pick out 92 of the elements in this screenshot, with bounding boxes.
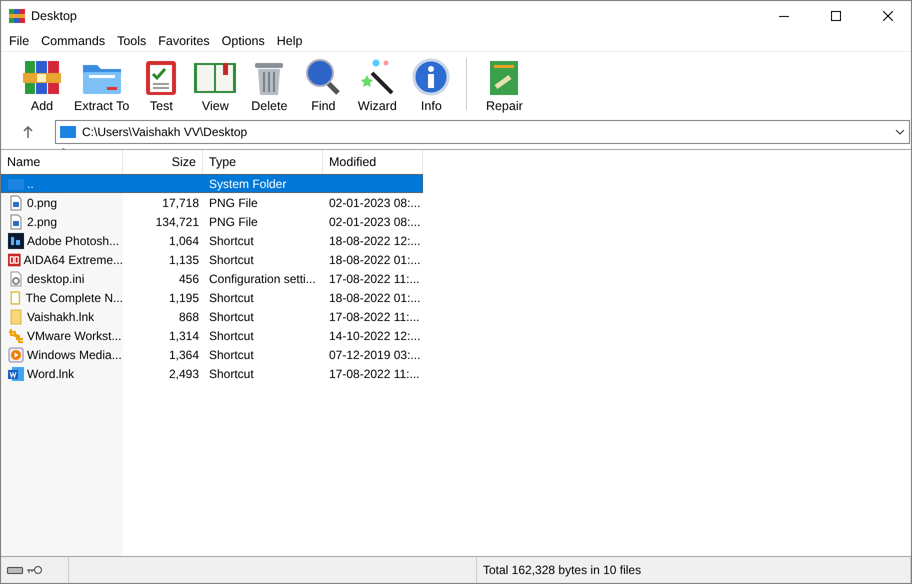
menu-item[interactable]: Tools [111,34,152,48]
file-modified: 07-12-2019 03:... [328,348,422,362]
up-arrow-icon[interactable] [23,126,33,138]
file-modified: 18-08-2022 01:... [328,252,422,266]
file-type: System Folder [208,176,288,190]
file-modified: 17-08-2022 11:... [328,310,421,324]
file-row[interactable]: Vaishakh.lnk 868 Shortcut 17-08-2022 11:... [1,307,423,326]
file-size: 868 [178,310,200,324]
toolbar-button[interactable]: Repair [477,55,532,115]
file-modified: 18-08-2022 12:... [328,234,422,248]
file-type: Shortcut [208,310,255,324]
file-type: PNG File [208,214,259,228]
file-row[interactable]: Word.lnk 2,493 Shortcut 17-08-2022 11:... [1,364,423,383]
file-size: 1,135 [168,252,200,266]
vmware-icon [8,328,24,344]
media-player-icon [8,346,24,362]
file-name: Adobe Photosh... [27,234,120,248]
info-icon [412,57,450,97]
file-name: 2.png [27,214,58,228]
file-type: Shortcut [208,252,255,266]
aida-icon [8,252,21,268]
toolbar-button[interactable]: Wizard [350,55,404,115]
toolbar-button[interactable]: View [188,55,242,115]
file-row[interactable]: Windows Media... 1,364 Shortcut 07-12-2019 03:... [1,345,423,364]
file-size: 17,718 [161,196,200,210]
file-modified: 17-08-2022 11:... [328,366,421,380]
toolbar-button[interactable]: Find [296,55,350,115]
file-type: Shortcut [208,234,255,248]
file-size: 1,195 [168,290,200,304]
file-type: Shortcut [208,348,255,362]
desktop-icon [60,125,76,139]
file-row[interactable]: 0.png 17,718 PNG File 02-01-2023 08:... [1,193,423,212]
file-size: 1,314 [168,328,200,342]
file-modified: 17-08-2022 11:... [328,272,421,286]
menu-item[interactable]: Commands [35,34,112,48]
toolbar-button[interactable]: Delete [242,55,296,115]
address-field[interactable]: C:\Users\Vaishakh VV\Desktop [55,120,910,144]
file-size: 1,064 [168,234,200,248]
magnifier-icon [304,57,342,97]
file-name: AIDA64 Extreme... [24,252,123,266]
file-size: 134,721 [154,214,200,228]
file-name: Windows Media... [27,348,122,362]
window-title: Desktop [31,9,78,23]
toolbar-button[interactable]: Add [15,55,69,115]
file-name: desktop.ini [27,272,84,286]
file-modified: 18-08-2022 01:... [328,290,422,304]
app-icon [9,8,25,24]
file-name: Vaishakh.lnk [27,310,94,324]
menu-item[interactable]: Options [216,34,271,48]
file-type: Shortcut [208,328,255,342]
maximize-icon [831,11,841,21]
key-icon [27,565,43,575]
status-text: Total 162,328 bytes in 10 files [483,563,642,577]
close-icon [883,11,893,21]
file-name: .. [27,176,34,190]
dropdown-caret-icon[interactable] [895,129,905,135]
file-name: Word.lnk [27,366,74,380]
menu-item[interactable]: Favorites [152,34,216,48]
photoshop-icon [8,232,24,248]
file-modified: 02-01-2023 08:... [328,196,422,210]
menu-item[interactable]: File [3,34,36,48]
file-size: 2,493 [168,366,200,380]
toolbar-button[interactable]: Test [134,55,188,115]
folder-icon [8,308,24,324]
settings-file-icon [8,270,24,286]
file-name: The Complete N... [26,290,123,304]
file-row[interactable]: AIDA64 Extreme... 1,135 Shortcut 18-08-2022 01:... [1,250,423,269]
column-header[interactable]: Name [1,150,123,174]
file-row[interactable]: .. System Folder [1,174,423,193]
file-name: VMware Workst... [27,328,122,342]
toolbar-button[interactable]: Extract To [69,55,134,115]
file-name: 0.png [27,196,58,210]
file-row[interactable]: 2.png 134,721 PNG File 02-01-2023 08:... [1,212,423,231]
file-type: Configuration setti... [208,272,317,286]
word-icon [8,366,24,382]
file-size: 456 [178,272,200,286]
file-type: Shortcut [208,290,255,304]
image-file-icon [8,194,24,210]
file-type: PNG File [208,196,259,210]
file-row[interactable]: VMware Workst... 1,314 Shortcut 14-10-2022 12:... [1,326,423,345]
file-row[interactable]: Adobe Photosh... 1,064 Shortcut 18-08-2022 12:... [1,231,423,250]
file-modified: 02-01-2023 08:... [328,214,422,228]
file-size: 1,364 [168,348,200,362]
drive-icon [7,565,23,575]
image-file-icon [8,214,24,230]
file-row[interactable]: desktop.ini 456 Configuration setti... 17-08-2022 11:... [1,269,423,288]
toolbar-button[interactable]: Info [404,55,458,115]
file-type: Shortcut [208,366,255,380]
blank-file-icon [8,290,23,306]
menu-item[interactable]: Help [270,34,308,48]
file-row[interactable]: The Complete N... 1,195 Shortcut 18-08-2022 01:... [1,288,423,307]
file-modified: 14-10-2022 12:... [328,328,422,342]
